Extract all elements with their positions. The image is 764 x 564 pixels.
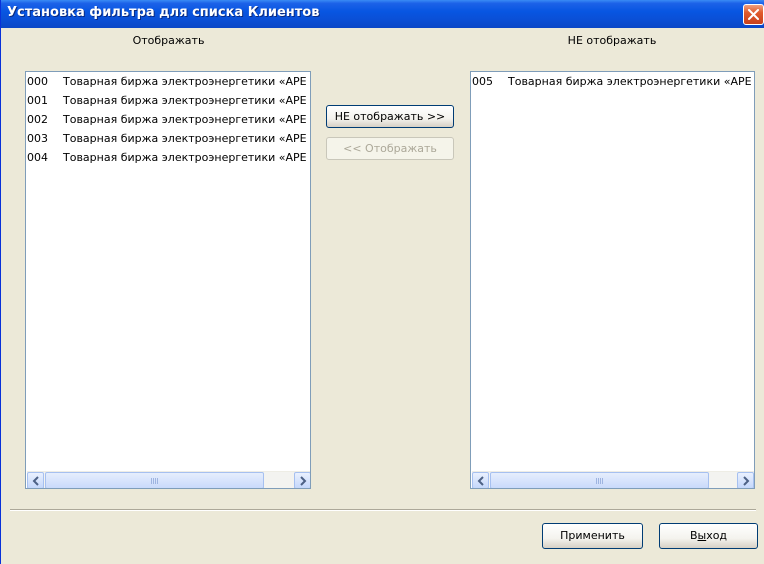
grip-icon xyxy=(150,478,159,484)
list-item[interactable]: 004 Товарная биржа электроэнергетики «АРЕ xyxy=(27,150,307,166)
left-horizontal-scrollbar[interactable] xyxy=(27,471,310,488)
arrow-left-icon xyxy=(477,476,484,486)
separator xyxy=(10,509,756,511)
list-item[interactable]: 003 Товарная биржа электроэнергетики «АРЕ xyxy=(27,131,307,147)
displayed-clients-list[interactable]: 000 Товарная биржа электроэнергетики «АРЕ… xyxy=(25,71,311,489)
close-icon xyxy=(748,9,759,20)
grip-icon xyxy=(595,478,604,484)
arrow-right-icon xyxy=(743,476,750,486)
arrow-right-icon xyxy=(300,476,307,486)
window-title: Установка фильтра для списка Клиентов xyxy=(7,5,320,20)
list-item[interactable]: 001 Товарная биржа электроэнергетики «АРЕ xyxy=(27,93,307,109)
hide-button[interactable]: НЕ отображать >> xyxy=(326,105,454,128)
scroll-thumb[interactable] xyxy=(45,472,264,488)
scroll-left-button[interactable] xyxy=(472,472,489,488)
scroll-thumb[interactable] xyxy=(490,472,709,488)
hidden-clients-list[interactable]: 005 Товарная биржа электроэнергетики «АРЕ xyxy=(470,71,755,489)
right-list-header: НЕ отображать xyxy=(567,34,657,47)
filter-dialog: Установка фильтра для списка Клиентов От… xyxy=(0,0,764,564)
scroll-left-button[interactable] xyxy=(27,472,44,488)
list-item[interactable]: 005 Товарная биржа электроэнергетики «АРЕ xyxy=(472,74,752,90)
title-bar[interactable]: Установка фильтра для списка Клиентов xyxy=(1,0,764,28)
apply-button[interactable]: Применить xyxy=(542,523,643,549)
list-item[interactable]: 000 Товарная биржа электроэнергетики «АРЕ xyxy=(27,74,307,90)
arrow-left-icon xyxy=(32,476,39,486)
list-item[interactable]: 002 Товарная биржа электроэнергетики «АРЕ xyxy=(27,112,307,128)
close-button[interactable] xyxy=(743,4,764,25)
right-horizontal-scrollbar[interactable] xyxy=(472,471,754,488)
show-button[interactable]: << Отображать xyxy=(326,137,454,160)
scroll-right-button[interactable] xyxy=(294,472,310,488)
left-list-header: Отображать xyxy=(132,34,205,47)
exit-button[interactable]: Выход xyxy=(659,523,758,549)
scroll-right-button[interactable] xyxy=(737,472,754,488)
